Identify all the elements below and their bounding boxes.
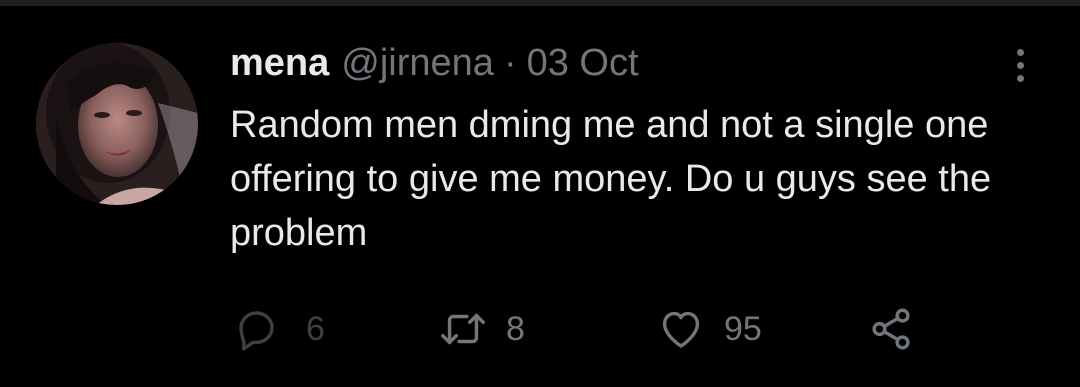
user-handle[interactable]: @jirnena — [341, 40, 494, 86]
share-icon — [868, 306, 914, 352]
retweet-icon — [438, 305, 488, 353]
heart-icon — [656, 305, 706, 353]
more-vertical-icon-dot-2 — [1016, 61, 1024, 69]
more-vertical-icon — [1016, 48, 1024, 56]
separator-dot: · — [503, 42, 517, 84]
share-button[interactable] — [868, 302, 914, 356]
retweet-button[interactable]: 8 — [438, 302, 525, 356]
reply-count: 6 — [306, 309, 325, 348]
reply-button[interactable]: 6 — [232, 302, 325, 356]
like-button[interactable]: 95 — [656, 302, 762, 356]
more-options-button[interactable] — [1000, 42, 1040, 88]
display-name[interactable]: mena — [230, 40, 329, 86]
tweet-text: Random men dming me and not a single one… — [230, 104, 992, 254]
tweet-header: mena @jirnena · 03 Oct — [230, 40, 639, 86]
retweet-count: 8 — [506, 309, 525, 348]
profile-photo — [36, 43, 198, 205]
avatar[interactable] — [36, 43, 198, 205]
more-vertical-icon-dot-3 — [1016, 74, 1024, 82]
reply-icon — [232, 305, 280, 353]
tweet[interactable]: mena @jirnena · 03 Oct Random men dming … — [0, 6, 1080, 387]
like-count: 95 — [724, 309, 762, 348]
tweet-actions: 6 8 95 — [232, 302, 932, 356]
tweet-date[interactable]: 03 Oct — [527, 40, 639, 86]
